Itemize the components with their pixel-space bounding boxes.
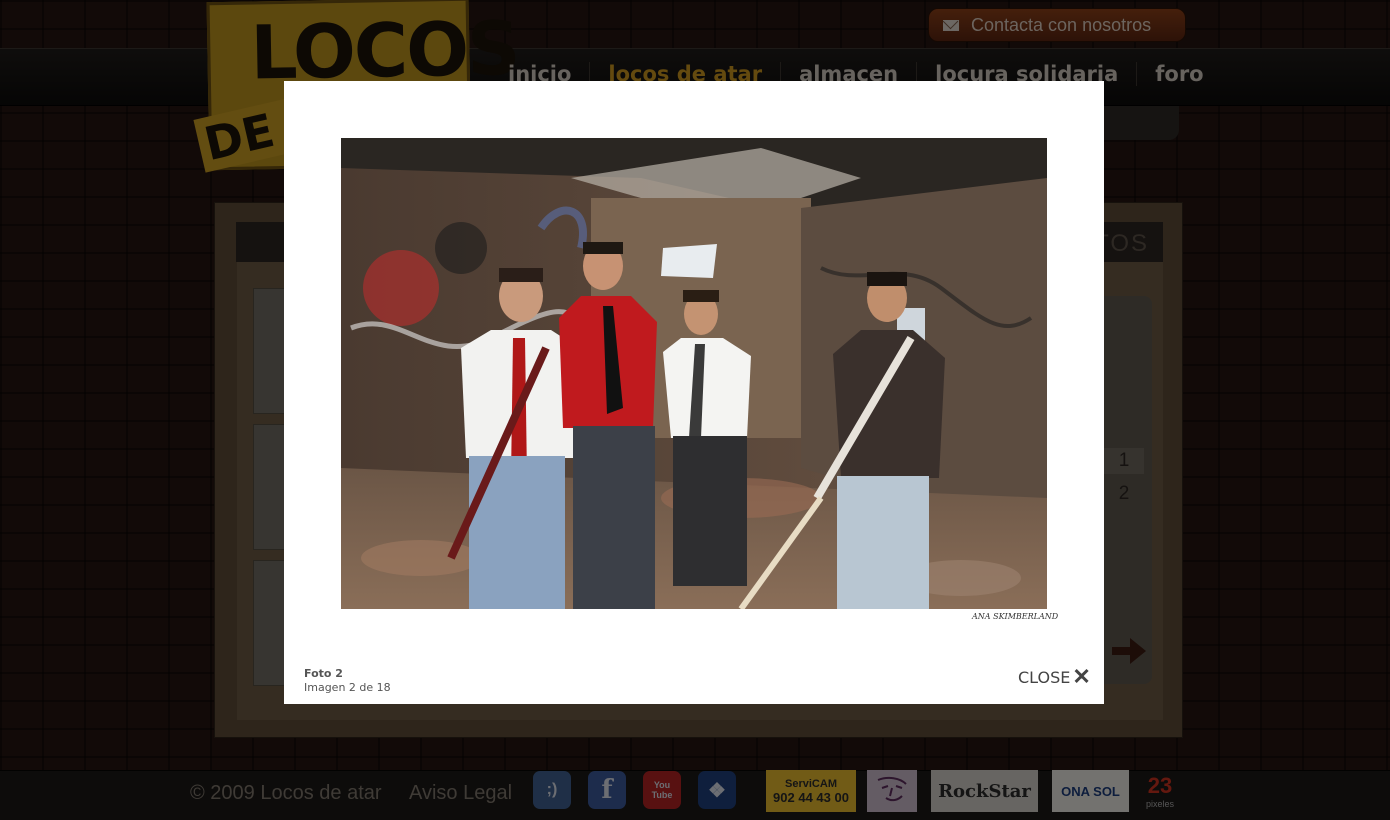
close-button-label: CLOSE: [1018, 667, 1071, 687]
photo-credit: ANA SKIMBERLAND: [972, 612, 1059, 621]
close-button[interactable]: CLOSE ✕: [1018, 664, 1091, 689]
photo-title: Foto 2: [304, 667, 343, 680]
close-icon: ✕: [1072, 664, 1091, 689]
lightbox-photo: [341, 138, 1047, 609]
lightbox: ANA SKIMBERLAND Foto 2 Imagen 2 de 18 CL…: [284, 81, 1104, 704]
band-photo-image: [341, 138, 1047, 609]
photo-counter: Imagen 2 de 18: [304, 681, 391, 694]
